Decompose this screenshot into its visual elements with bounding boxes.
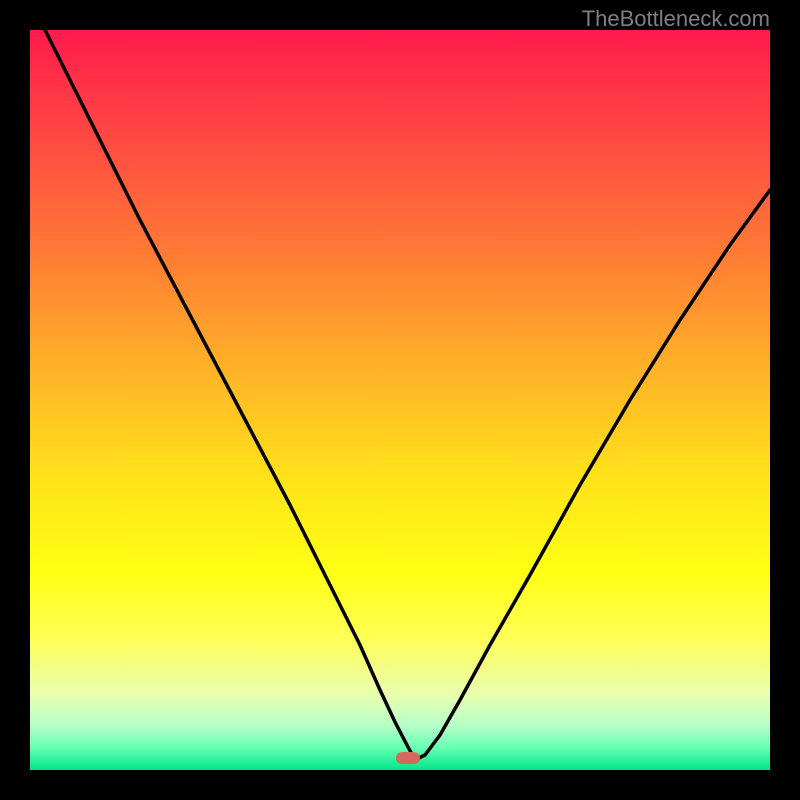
chart-container: TheBottleneck.com [0, 0, 800, 800]
minimum-marker [396, 752, 420, 764]
bottleneck-curve [30, 30, 770, 770]
plot-area [30, 30, 770, 770]
watermark-text: TheBottleneck.com [582, 6, 770, 32]
